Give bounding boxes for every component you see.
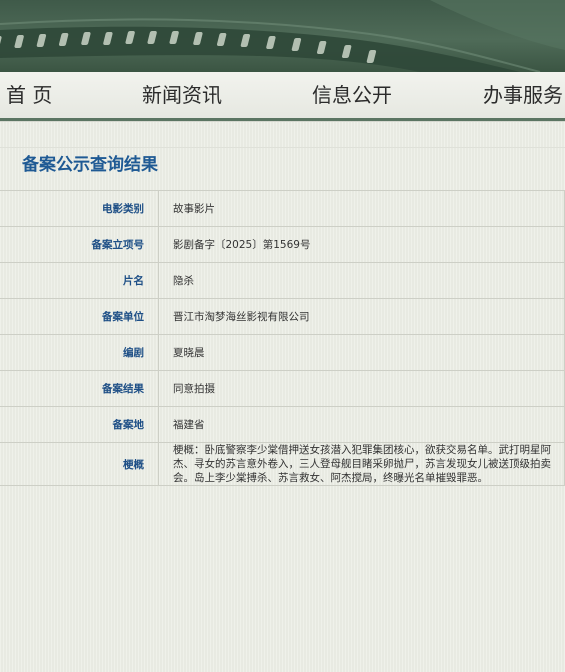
row-label: 片名 (0, 262, 159, 299)
row-value: 同意拍摄 (158, 370, 565, 407)
record-table: 电影类别 故事影片 备案立项号 影剧备字〔2025〕第1569号 片名 隐杀 备… (0, 190, 565, 486)
synopsis-value: 梗概：卧底警察李少棠借押送女孩潜入犯罪集团核心，欲获交易名单。武打明星阿杰、寻女… (158, 442, 565, 486)
row-label: 编剧 (0, 334, 159, 371)
row-value: 夏晓晨 (158, 334, 565, 371)
row-label: 电影类别 (0, 190, 159, 227)
row-label: 备案单位 (0, 298, 159, 335)
nav-item-services[interactable]: 办事服务 (483, 72, 563, 118)
row-value: 晋江市淘梦海丝影视有限公司 (158, 298, 565, 335)
row-label: 梗概 (0, 442, 159, 486)
table-row: 备案地 福建省 (0, 406, 565, 443)
nav-item-home[interactable]: 首 页 (6, 72, 52, 118)
row-value: 隐杀 (158, 262, 565, 299)
nav-item-info-disclosure[interactable]: 信息公开 (312, 72, 392, 118)
table-row: 梗概 梗概：卧底警察李少棠借押送女孩潜入犯罪集团核心，欲获交易名单。武打明星阿杰… (0, 442, 565, 486)
row-label: 备案地 (0, 406, 159, 443)
header-banner (0, 0, 565, 72)
table-row: 备案单位 晋江市淘梦海丝影视有限公司 (0, 298, 565, 335)
row-label: 备案立项号 (0, 226, 159, 263)
row-value: 福建省 (158, 406, 565, 443)
page: 首 页 新闻资讯 信息公开 办事服务 备案公示查询结果 电影类别 故事影片 备案… (0, 0, 565, 672)
film-strip-decoration (0, 0, 565, 72)
table-row: 备案结果 同意拍摄 (0, 370, 565, 407)
table-row: 片名 隐杀 (0, 262, 565, 299)
table-row: 编剧 夏晓晨 (0, 334, 565, 371)
title-divider (0, 147, 565, 148)
table-row: 电影类别 故事影片 (0, 190, 565, 227)
row-value: 影剧备字〔2025〕第1569号 (158, 226, 565, 263)
row-label: 备案结果 (0, 370, 159, 407)
main-nav: 首 页 新闻资讯 信息公开 办事服务 (0, 72, 565, 121)
row-value: 故事影片 (158, 190, 565, 227)
table-row: 备案立项号 影剧备字〔2025〕第1569号 (0, 226, 565, 263)
nav-divider (0, 121, 565, 122)
page-title: 备案公示查询结果 (22, 155, 158, 175)
nav-item-news[interactable]: 新闻资讯 (142, 72, 222, 118)
